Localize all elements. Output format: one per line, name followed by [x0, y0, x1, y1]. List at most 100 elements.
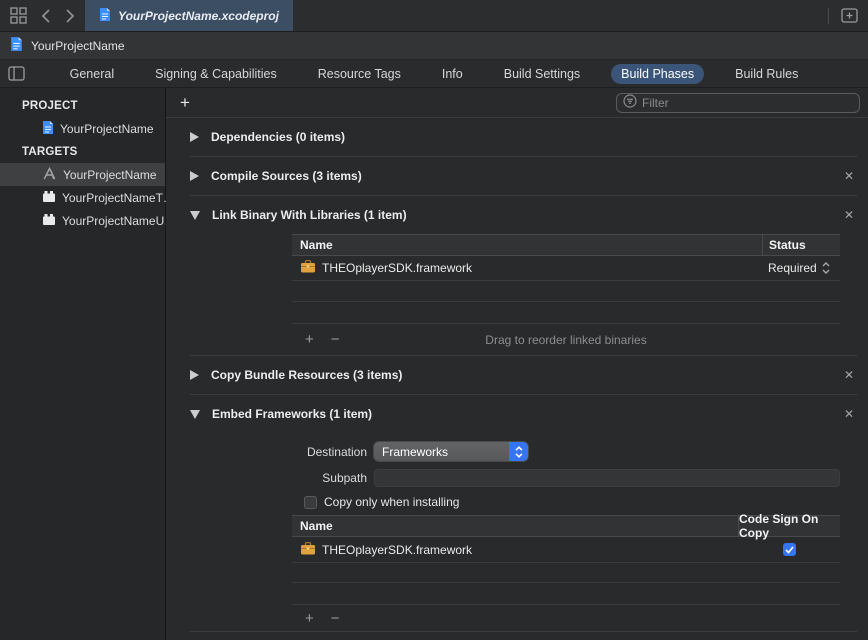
filter-input[interactable] [642, 96, 853, 110]
forward-icon[interactable] [65, 9, 75, 23]
remove-phase-icon[interactable]: ✕ [844, 368, 854, 382]
project-doc-icon [42, 120, 54, 138]
framework-row[interactable]: THEOplayerSDK.framework Required [292, 256, 840, 281]
destination-popup[interactable]: Frameworks [374, 442, 528, 461]
code-sign-checkbox[interactable] [783, 543, 796, 556]
section-copy-bundle-title: Copy Bundle Resources (3 items) [211, 368, 402, 382]
empty-row [292, 563, 840, 583]
uitest-bundle-icon [42, 213, 56, 229]
add-framework-button[interactable]: + [305, 611, 314, 626]
sidebar-project-label: YourProjectName [60, 122, 154, 136]
section-dependencies-title: Dependencies (0 items) [211, 130, 345, 144]
column-status: Status [762, 235, 840, 255]
empty-row [292, 302, 840, 324]
tab-build-settings[interactable]: Build Settings [494, 64, 590, 84]
sidebar-target-uitests[interactable]: YourProjectNameU… [0, 209, 165, 232]
destination-value: Frameworks [374, 445, 509, 459]
section-dependencies[interactable]: Dependencies (0 items) [166, 118, 868, 156]
disclosure-collapsed-icon[interactable] [190, 370, 199, 380]
sidebar-item-project[interactable]: YourProjectName [0, 117, 165, 140]
sidebar-target-uitests-label: YourProjectNameU… [62, 214, 176, 228]
drag-hint: Drag to reorder linked binaries [292, 333, 840, 347]
copy-only-row[interactable]: Copy only when installing [304, 495, 868, 509]
framework-name: THEOplayerSDK.framework [322, 543, 472, 557]
empty-row [292, 281, 840, 302]
destination-row: Destination Frameworks [166, 442, 840, 461]
tab-general[interactable]: General [60, 64, 124, 84]
remove-phase-icon[interactable]: ✕ [844, 208, 854, 222]
remove-phase-icon[interactable]: ✕ [844, 169, 854, 183]
tab-info[interactable]: Info [432, 64, 473, 84]
editor-tab-strip: General Signing & Capabilities Resource … [0, 60, 868, 88]
toolbar-separator [828, 8, 829, 24]
subpath-label: Subpath [166, 471, 374, 485]
destination-label: Destination [166, 445, 374, 459]
sidebar-toggle-icon[interactable] [8, 66, 25, 81]
framework-row[interactable]: THEOplayerSDK.framework [292, 537, 840, 563]
project-sidebar: PROJECT YourProjectName TARGETS YourProj… [0, 88, 166, 640]
project-header: PROJECT [0, 94, 165, 117]
embed-frameworks-table: Name Code Sign On Copy THEOplayerSDK.fra… [292, 515, 840, 631]
column-code-sign: Code Sign On Copy [738, 516, 840, 536]
sidebar-target-app[interactable]: YourProjectName [0, 163, 165, 186]
section-compile-sources-title: Compile Sources (3 items) [211, 169, 362, 183]
sidebar-target-tests-label: YourProjectNameT… [62, 191, 175, 205]
back-icon[interactable] [41, 9, 51, 23]
filter-icon [623, 94, 637, 111]
section-divider [190, 631, 857, 632]
title-bar: YourProjectName.xcodeproj [0, 0, 868, 32]
empty-row [292, 583, 840, 605]
disclosure-expanded-icon[interactable] [190, 211, 200, 220]
xcode-window: YourProjectName.xcodeproj YourProjectNam… [0, 0, 868, 640]
test-bundle-icon [42, 190, 56, 206]
editor-tab[interactable]: YourProjectName.xcodeproj [85, 0, 293, 31]
breadcrumb: YourProjectName [0, 32, 868, 60]
disclosure-collapsed-icon[interactable] [190, 171, 199, 181]
link-binary-table: Name Status THEOplayerSDK.framework Requ… [292, 234, 840, 355]
settings-tabs: General Signing & Capabilities Resource … [60, 64, 809, 84]
app-target-icon [42, 166, 57, 183]
section-embed-frameworks[interactable]: Embed Frameworks (1 item) ✕ [166, 395, 868, 433]
add-editor-icon[interactable] [841, 8, 858, 23]
editor-tab-title: YourProjectName.xcodeproj [118, 9, 279, 23]
breadcrumb-project-name[interactable]: YourProjectName [31, 39, 125, 53]
section-link-binary-title: Link Binary With Libraries (1 item) [212, 208, 407, 222]
section-compile-sources[interactable]: Compile Sources (3 items) ✕ [166, 157, 868, 195]
remove-framework-button[interactable]: − [331, 611, 340, 626]
filter-field[interactable] [616, 93, 860, 113]
add-build-phase-button[interactable]: + [180, 94, 190, 111]
disclosure-expanded-icon[interactable] [190, 410, 200, 419]
link-binary-table-header: Name Status [292, 234, 840, 256]
copy-only-checkbox[interactable] [304, 496, 317, 509]
column-name: Name [292, 519, 738, 533]
framework-icon [300, 260, 316, 276]
build-phases-editor: + Dependencies (0 items) Compile Sources… [166, 88, 868, 640]
section-embed-frameworks-title: Embed Frameworks (1 item) [212, 407, 372, 421]
embed-footer: + − [292, 605, 840, 631]
embed-table-header: Name Code Sign On Copy [292, 515, 840, 537]
editor-layout-icon[interactable] [10, 7, 27, 24]
popup-chevrons-icon [509, 442, 528, 461]
status-popup[interactable]: Required [762, 256, 840, 280]
remove-phase-icon[interactable]: ✕ [844, 407, 854, 421]
section-copy-bundle[interactable]: Copy Bundle Resources (3 items) ✕ [166, 356, 868, 394]
framework-name: THEOplayerSDK.framework [322, 261, 472, 275]
tab-build-rules[interactable]: Build Rules [725, 64, 808, 84]
copy-only-label: Copy only when installing [324, 495, 459, 509]
column-name: Name [292, 238, 762, 252]
tab-signing-capabilities[interactable]: Signing & Capabilities [145, 64, 287, 84]
tab-resource-tags[interactable]: Resource Tags [308, 64, 411, 84]
framework-icon [300, 542, 316, 558]
disclosure-collapsed-icon[interactable] [190, 132, 199, 142]
subpath-row: Subpath [166, 469, 840, 487]
targets-header: TARGETS [0, 140, 165, 163]
section-link-binary[interactable]: Link Binary With Libraries (1 item) ✕ [166, 196, 868, 234]
sidebar-target-tests[interactable]: YourProjectNameT… [0, 186, 165, 209]
status-value: Required [768, 261, 817, 275]
subpath-input[interactable] [374, 469, 840, 487]
xcodeproj-file-icon [99, 7, 111, 25]
tab-build-phases[interactable]: Build Phases [611, 64, 704, 84]
phases-toolbar: + [166, 88, 868, 118]
project-file-icon [10, 36, 23, 55]
check-icon [785, 546, 794, 554]
